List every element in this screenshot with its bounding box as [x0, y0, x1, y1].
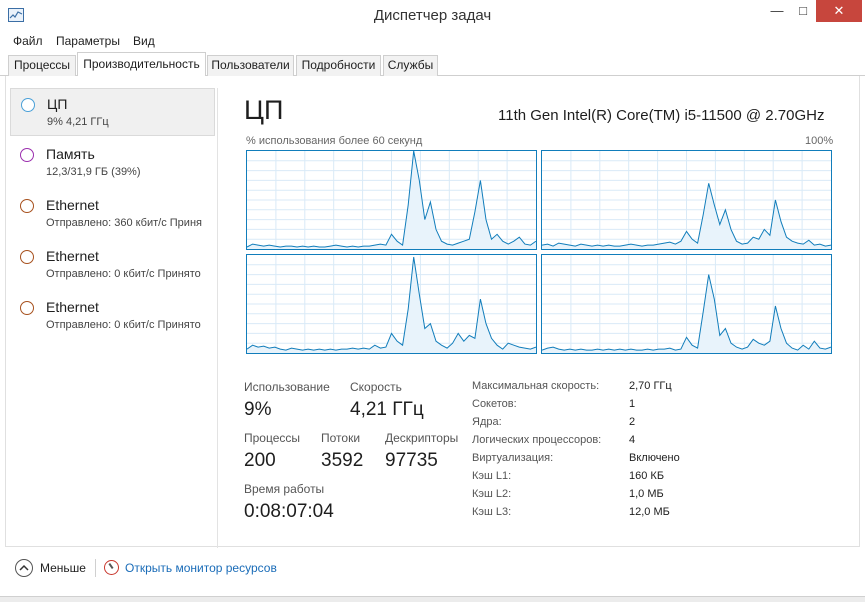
spec-label: Максимальная скорость: — [472, 380, 600, 392]
ethernet-circle-icon — [20, 250, 34, 264]
tab-processes[interactable]: Процессы — [8, 55, 76, 76]
tab-performance[interactable]: Производительность — [77, 52, 206, 77]
spec-label: Логических процессоров: — [472, 434, 602, 446]
spec-value: 2 — [629, 416, 636, 428]
spec-label: Кэш L3: — [472, 506, 512, 518]
cpu-graph-svg — [542, 255, 831, 353]
cpu-graph-core-1 — [541, 150, 832, 250]
ethernet-circle-icon — [20, 199, 34, 213]
spec-label: Кэш L1: — [472, 470, 512, 482]
sidebar-item-memory[interactable]: Память 12,3/31,9 ГБ (39%) — [10, 139, 215, 187]
sidebar-item-detail: Отправлено: 360 кбит/с Приня — [46, 217, 202, 229]
fewer-details-label[interactable]: Меньше — [40, 561, 86, 575]
cpu-graph-svg — [542, 151, 831, 249]
spec-label: Кэш L2: — [472, 488, 512, 500]
usage-value: 9% — [244, 399, 272, 420]
speed-value: 4,21 ГГц — [350, 399, 424, 420]
uptime-value: 0:08:07:04 — [244, 501, 334, 522]
sidebar-item-name: Ethernet — [46, 299, 99, 315]
sidebar-item-detail: Отправлено: 0 кбит/с Принято — [46, 319, 201, 331]
sidebar-item-detail: 9% 4,21 ГГц — [47, 116, 109, 128]
cpu-graph-svg — [247, 151, 536, 249]
spec-value: 1,0 МБ — [629, 488, 664, 500]
handles-value: 97735 — [385, 450, 438, 471]
cpu-graph-core-2 — [246, 254, 537, 354]
sidebar-item-name: ЦП — [47, 96, 68, 112]
cpu-graph-core-3 — [541, 254, 832, 354]
speed-label: Скорость — [350, 380, 402, 394]
cpu-title: ЦП — [244, 95, 284, 125]
cpu-model: 11th Gen Intel(R) Core(TM) i5-11500 @ 2.… — [498, 107, 825, 124]
window-title: Диспетчер задач — [373, 7, 492, 24]
resource-sidebar: ЦП 9% 4,21 ГГц Память 12,3/31,9 ГБ (39%)… — [8, 88, 218, 548]
cpu-graph-core-0 — [246, 150, 537, 250]
spec-label: Ядра: — [472, 416, 502, 428]
tab-bar: Процессы Производительность Пользователи… — [0, 51, 865, 77]
menu-bar: Файл Параметры Вид — [0, 31, 865, 51]
graph-caption: % использования более 60 секунд — [246, 135, 423, 147]
sidebar-item-name: Память — [46, 146, 95, 162]
spec-value: 2,70 ГГц — [629, 380, 672, 392]
sidebar-item-ethernet-2[interactable]: Ethernet Отправлено: 0 кбит/с Принято — [10, 241, 215, 289]
open-resource-monitor-link[interactable]: Открыть монитор ресурсов — [125, 561, 277, 575]
cpu-circle-icon — [21, 98, 35, 112]
memory-circle-icon — [20, 148, 34, 162]
spec-value: Включено — [629, 452, 680, 464]
processes-label: Процессы — [244, 431, 301, 445]
tab-users[interactable]: Пользователи — [207, 55, 294, 76]
bottom-edge — [0, 596, 865, 602]
maximize-button[interactable]: □ — [791, 0, 815, 22]
minimize-button[interactable]: — — [764, 0, 790, 22]
sidebar-item-detail: Отправлено: 0 кбит/с Принято — [46, 268, 201, 280]
resource-monitor-icon[interactable] — [104, 560, 119, 575]
title-bar: Диспетчер задач — □ ✕ — [0, 0, 865, 31]
menu-view[interactable]: Вид — [133, 34, 155, 48]
close-button[interactable]: ✕ — [816, 0, 862, 22]
spec-value: 160 КБ — [629, 470, 665, 482]
spec-value: 12,0 МБ — [629, 506, 670, 518]
tab-details[interactable]: Подробности — [296, 55, 381, 76]
menu-options[interactable]: Параметры — [56, 34, 120, 48]
spec-value: 1 — [629, 398, 636, 410]
sidebar-item-name: Ethernet — [46, 197, 99, 213]
sidebar-item-ethernet-1[interactable]: Ethernet Отправлено: 360 кбит/с Приня — [10, 190, 215, 238]
threads-value: 3592 — [321, 450, 364, 471]
tab-services[interactable]: Службы — [383, 55, 438, 76]
footer-divider — [95, 559, 96, 577]
footer-bar: Меньше Открыть монитор ресурсов — [0, 550, 865, 590]
sidebar-item-cpu[interactable]: ЦП 9% 4,21 ГГц — [10, 88, 215, 136]
handles-label: Дескрипторы — [385, 431, 459, 445]
fewer-details-button[interactable] — [15, 559, 33, 577]
chevron-up-icon — [19, 564, 29, 571]
cpu-graph-svg — [247, 255, 536, 353]
spec-value: 4 — [629, 434, 636, 446]
spec-label: Сокетов: — [472, 398, 517, 410]
threads-label: Потоки — [321, 431, 361, 445]
processes-value: 200 — [244, 450, 276, 471]
sidebar-item-detail: 12,3/31,9 ГБ (39%) — [46, 166, 141, 178]
ethernet-circle-icon — [20, 301, 34, 315]
menu-file[interactable]: Файл — [13, 34, 43, 48]
uptime-label: Время работы — [244, 482, 325, 496]
spec-label: Виртуализация: — [472, 452, 554, 464]
usage-label: Использование — [244, 380, 330, 394]
sidebar-item-name: Ethernet — [46, 248, 99, 264]
graph-max-label: 100% — [805, 135, 834, 147]
sidebar-item-ethernet-3[interactable]: Ethernet Отправлено: 0 кбит/с Принято — [10, 292, 215, 340]
